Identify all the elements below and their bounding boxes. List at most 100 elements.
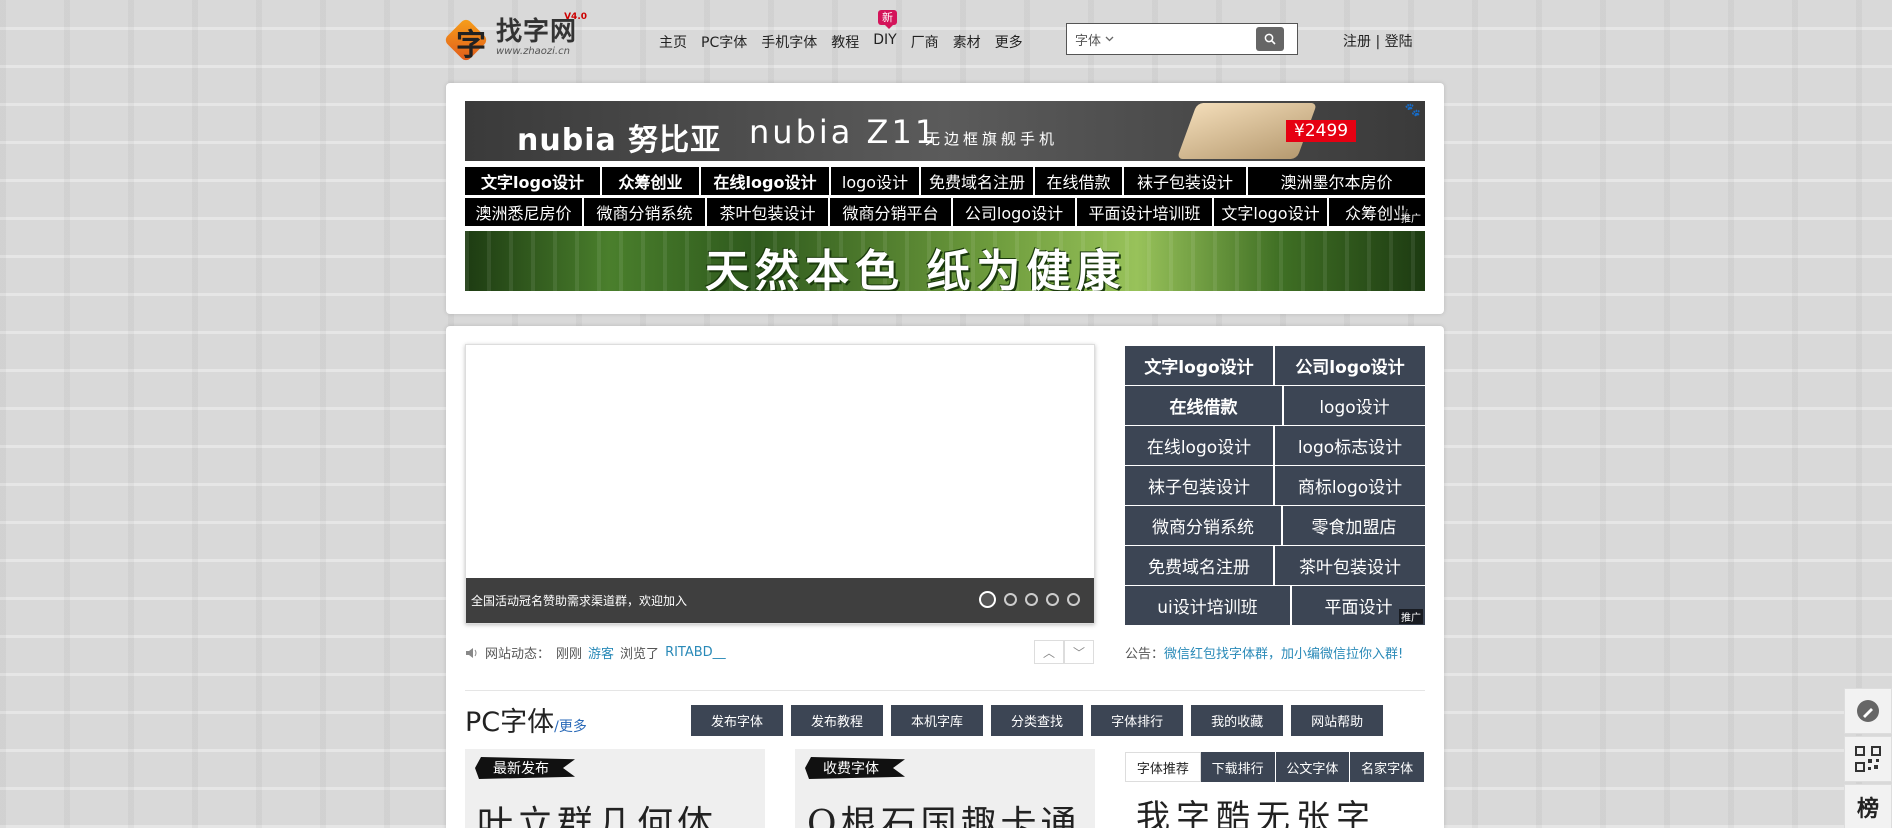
qr-code-icon[interactable] bbox=[1844, 736, 1892, 782]
bamboo-slogan: 天然本色 纸为健康 bbox=[705, 246, 1127, 291]
ad-link[interactable]: 茶叶包装设计 bbox=[707, 198, 830, 226]
side-link[interactable]: 在线logo设计 bbox=[1125, 426, 1275, 465]
ad-link[interactable]: 微商分销系统 bbox=[584, 198, 707, 226]
search-type-label: 字体 bbox=[1075, 33, 1102, 49]
search-box: 字体 bbox=[1066, 23, 1298, 55]
nav-tutorials[interactable]: 教程 bbox=[824, 32, 866, 52]
side-link[interactable]: 商标logo设计 bbox=[1275, 466, 1425, 505]
nav-diy[interactable]: DIY bbox=[866, 32, 903, 52]
side-link[interactable]: 茶叶包装设计 bbox=[1275, 546, 1425, 585]
latest-font-sample[interactable]: 叶立群几何体 bbox=[477, 795, 717, 828]
side-link[interactable]: 袜子包装设计 bbox=[1125, 466, 1275, 505]
slider-dot[interactable] bbox=[979, 591, 996, 608]
speaker-icon bbox=[466, 647, 477, 658]
pc-more-link[interactable]: /更多 bbox=[554, 719, 587, 735]
phone-ad-banner[interactable]: nubia 努比亚 nubia Z11 无边框旗舰手机 ¥2499 🐾 bbox=[465, 101, 1425, 161]
slider-dot[interactable] bbox=[1004, 593, 1017, 606]
side-link[interactable]: 零食加盟店 bbox=[1283, 506, 1425, 545]
ad-link[interactable]: 在线借款 bbox=[1035, 167, 1124, 195]
tab-download-rank[interactable]: 下载排行 bbox=[1200, 752, 1276, 782]
tab-official-fonts[interactable]: 公文字体 bbox=[1275, 752, 1351, 782]
tab-famous-fonts[interactable]: 名家字体 bbox=[1350, 752, 1425, 782]
search-button[interactable] bbox=[1256, 27, 1285, 51]
link-row-2: 澳洲悉尼房价 微商分销系统 茶叶包装设计 微商分销平台 公司logo设计 平面设… bbox=[465, 198, 1425, 226]
side-link[interactable]: logo设计 bbox=[1284, 386, 1425, 425]
nav-pc-fonts[interactable]: PC字体 bbox=[694, 32, 754, 52]
notice-link[interactable]: 微信红包找字体群，加小编微信拉你入群! bbox=[1164, 647, 1403, 662]
pc-toolbar: 发布字体 发布教程 本机字库 分类查找 字体排行 我的收藏 网站帮助 bbox=[691, 705, 1384, 736]
logo-url: www.zhaozi.cn bbox=[496, 45, 570, 57]
slider-dot[interactable] bbox=[1046, 593, 1059, 606]
site-help-button[interactable]: 网站帮助 bbox=[1291, 705, 1384, 736]
paid-font-sample[interactable]: Q根石国趣卡通 bbox=[807, 795, 1081, 828]
slider-dot[interactable] bbox=[1067, 593, 1080, 606]
news-user[interactable]: 游客 bbox=[588, 643, 614, 662]
news-label: 网站动态： bbox=[485, 647, 551, 662]
ad-model: nubia Z11 bbox=[749, 113, 939, 151]
search-input[interactable] bbox=[1120, 26, 1255, 52]
pen-icon[interactable] bbox=[1844, 688, 1892, 734]
pc-title-text: PC字体 bbox=[465, 707, 555, 738]
news-time: 刚刚 bbox=[556, 647, 583, 662]
publish-tutorial-button[interactable]: 发布教程 bbox=[791, 705, 884, 736]
logo-version: V4.0 bbox=[564, 11, 588, 22]
ad-link[interactable]: 微商分销平台 bbox=[830, 198, 953, 226]
nav-vendors[interactable]: 厂商 bbox=[904, 32, 946, 52]
slider-dots bbox=[979, 591, 1080, 608]
local-fonts-button[interactable]: 本机字库 bbox=[891, 705, 984, 736]
slider-caption-bar: 全国活动冠名赞助需求渠道群，欢迎加入 bbox=[466, 578, 1094, 623]
promo-tag: 推广 bbox=[1399, 210, 1423, 225]
ad-link[interactable]: 公司logo设计 bbox=[953, 198, 1077, 226]
pc-section-title: PC字体/更多 bbox=[465, 700, 587, 739]
nav-materials[interactable]: 素材 bbox=[946, 32, 988, 52]
bamboo-ad-banner[interactable]: 天然本色 纸为健康 bbox=[465, 231, 1425, 291]
side-link[interactable]: 在线借款 bbox=[1125, 386, 1284, 425]
ad-link[interactable]: 文字logo设计 bbox=[465, 167, 602, 195]
side-link[interactable]: ui设计培训班 bbox=[1125, 586, 1292, 625]
login-link[interactable]: 登陆 bbox=[1385, 34, 1413, 50]
section-divider bbox=[465, 690, 1425, 691]
promo-tag: 推广 bbox=[1399, 609, 1423, 624]
ad-link[interactable]: 众筹创业 推广 bbox=[1329, 198, 1425, 226]
ad-link[interactable]: 澳洲悉尼房价 bbox=[465, 198, 584, 226]
side-link[interactable]: 文字logo设计 bbox=[1125, 346, 1275, 385]
chevron-up-icon[interactable]: ︿ bbox=[1034, 640, 1064, 664]
ad-link[interactable]: 免费域名注册 bbox=[921, 167, 1035, 195]
side-link[interactable]: 微商分销系统 bbox=[1125, 506, 1283, 545]
chevron-down-icon[interactable]: ﹀ bbox=[1064, 640, 1094, 664]
news-item-link[interactable]: RITABD__ bbox=[665, 645, 726, 660]
ad-link[interactable]: 澳洲墨尔本房价 bbox=[1248, 167, 1425, 195]
side-link-grid: 文字logo设计 公司logo设计 在线借款 logo设计 在线logo设计 l… bbox=[1125, 346, 1425, 626]
ad-link[interactable]: 平面设计培训班 bbox=[1077, 198, 1214, 226]
logo-mark-icon: 字 bbox=[443, 14, 492, 63]
side-link[interactable]: logo标志设计 bbox=[1275, 426, 1425, 465]
register-link[interactable]: 注册 bbox=[1343, 34, 1371, 50]
tab-recommended[interactable]: 字体推荐 bbox=[1125, 752, 1201, 782]
font-ranking-button[interactable]: 字体排行 bbox=[1091, 705, 1184, 736]
ad-link[interactable]: 众筹创业 bbox=[602, 167, 701, 195]
float-toolbar: 榜 bbox=[1844, 688, 1892, 828]
site-logo[interactable]: 字 找字网 www.zhaozi.cn V4.0 bbox=[443, 11, 606, 63]
recommended-font-sample[interactable]: 我字酷无张字 bbox=[1136, 790, 1376, 828]
ranking-button[interactable]: 榜 bbox=[1844, 784, 1892, 828]
chevron-down-icon bbox=[1105, 36, 1114, 42]
ad-link[interactable]: 文字logo设计 bbox=[1214, 198, 1329, 226]
category-search-button[interactable]: 分类查找 bbox=[991, 705, 1084, 736]
side-link[interactable]: 免费域名注册 bbox=[1125, 546, 1275, 585]
nav-more[interactable]: 更多 bbox=[988, 32, 1030, 52]
my-favorites-button[interactable]: 我的收藏 bbox=[1191, 705, 1284, 736]
nav-home[interactable]: 主页 bbox=[652, 32, 694, 52]
publish-font-button[interactable]: 发布字体 bbox=[691, 705, 784, 736]
font-tabs: 字体推荐 下载排行 公文字体 名家字体 bbox=[1125, 752, 1425, 782]
ad-link[interactable]: 袜子包装设计 bbox=[1124, 167, 1248, 195]
search-type-select[interactable]: 字体 bbox=[1067, 30, 1120, 49]
image-slider[interactable]: 全国活动冠名赞助需求渠道群，欢迎加入 bbox=[465, 344, 1095, 624]
slider-dot[interactable] bbox=[1025, 593, 1038, 606]
slider-caption[interactable]: 全国活动冠名赞助需求渠道群，欢迎加入 bbox=[471, 592, 687, 609]
side-link[interactable]: 平面设计 推广 bbox=[1292, 586, 1425, 625]
side-link[interactable]: 公司logo设计 bbox=[1275, 346, 1425, 385]
news-pager: ︿ ﹀ bbox=[1034, 640, 1094, 664]
ad-link[interactable]: logo设计 bbox=[831, 167, 921, 195]
nav-mobile-fonts[interactable]: 手机字体 bbox=[754, 32, 824, 52]
ad-link[interactable]: 在线logo设计 bbox=[701, 167, 831, 195]
